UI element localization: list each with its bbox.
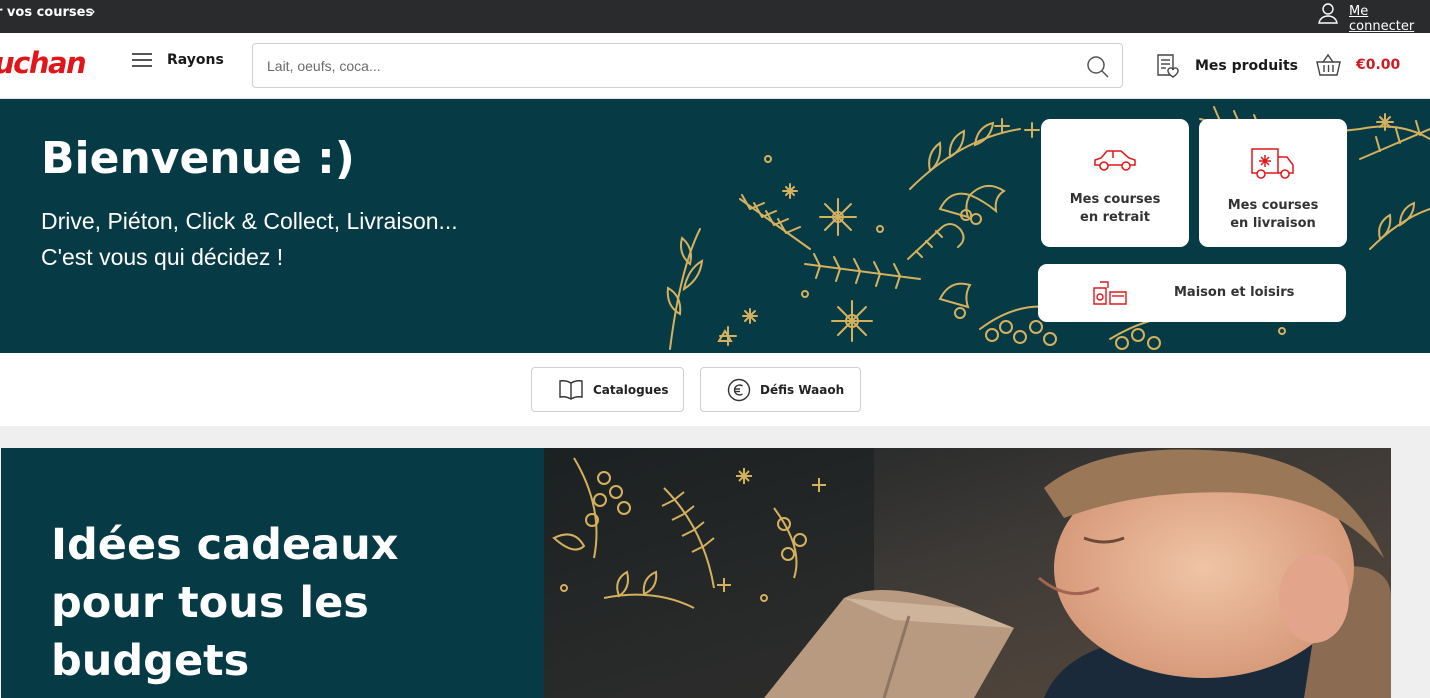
hamburger-icon	[132, 52, 152, 68]
hero-banner: Bienvenue :) Drive, Piéton, Click & Coll…	[0, 99, 1430, 353]
header: uchan Rayons Mes produits €0.00	[0, 33, 1430, 99]
logo[interactable]: uchan	[0, 46, 87, 80]
car-icon	[1094, 150, 1136, 171]
catalogues-button[interactable]: Catalogues	[531, 367, 684, 412]
delivery-truck-icon	[1251, 148, 1294, 179]
gift-ideas-photo[interactable]	[544, 448, 1391, 698]
chevron-right-icon[interactable]: ›	[90, 4, 96, 20]
search-input[interactable]	[267, 55, 1067, 77]
mes-courses-livraison-card[interactable]: Mes courses en livraison	[1199, 119, 1347, 247]
livraison-label-line1: Mes courses	[1227, 198, 1319, 213]
quick-links-bar: Catalogues Défis Waaoh	[0, 353, 1430, 426]
product-list-icon	[1157, 54, 1179, 78]
home-appliances-icon	[1093, 281, 1127, 305]
euro-coin-icon	[727, 378, 751, 401]
defis-waaoh-label: Défis Waaoh	[760, 382, 845, 397]
mes-produits-label: Mes produits	[1195, 58, 1298, 74]
child-with-gift-image	[544, 448, 1391, 698]
search-icon[interactable]	[1086, 55, 1110, 79]
basket-icon	[1316, 53, 1341, 76]
maison-loisirs-card[interactable]: Maison et loisirs	[1038, 264, 1346, 322]
hero-subtitle: Drive, Piéton, Click & Collect, Livraiso…	[41, 203, 458, 275]
rayons-menu-button[interactable]: Rayons	[132, 52, 224, 68]
maison-loisirs-label: Maison et loisirs	[1174, 285, 1295, 300]
gift-ideas-title: Idées cadeaux pour tous les budgets	[51, 520, 399, 686]
rayons-label: Rayons	[167, 52, 224, 68]
retrait-label-line2: en retrait	[1080, 210, 1150, 225]
search-bar	[252, 43, 1123, 88]
mes-courses-retrait-card[interactable]: Mes courses en retrait	[1041, 119, 1189, 247]
open-book-icon	[559, 379, 583, 400]
livraison-label-line2: en livraison	[1230, 216, 1316, 231]
hero-title: Bienvenue :)	[41, 133, 355, 184]
hero-subtitle-line1: Drive, Piéton, Click & Collect, Livraiso…	[41, 208, 458, 234]
retrait-label-line1: Mes courses	[1069, 192, 1161, 207]
gift-ideas-banner[interactable]: Idées cadeaux pour tous les budgets	[1, 448, 544, 698]
cart-button[interactable]: €0.00	[1315, 53, 1400, 77]
catalogues-label: Catalogues	[593, 382, 669, 397]
hero-subtitle-line2: C'est vous qui décidez !	[41, 244, 284, 270]
promo-link[interactable]: r vos courses	[0, 5, 93, 20]
retrait-label: Mes courses en retrait	[1070, 191, 1161, 227]
livraison-label: Mes courses en livraison	[1228, 197, 1319, 233]
user-icon[interactable]	[1317, 2, 1339, 24]
defis-waaoh-button[interactable]: Défis Waaoh	[700, 367, 861, 412]
login-link[interactable]: Me connecter	[1349, 4, 1430, 34]
cart-total: €0.00	[1356, 57, 1401, 73]
top-bar: r vos courses › Me connecter	[0, 0, 1430, 34]
mes-produits-button[interactable]: Mes produits	[1155, 53, 1298, 79]
